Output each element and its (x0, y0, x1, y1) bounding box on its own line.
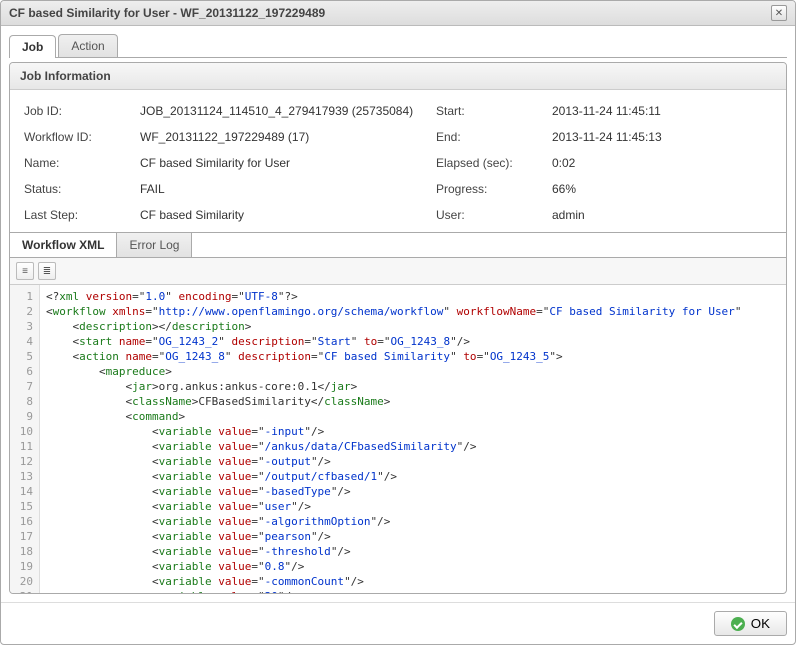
value-end: 2013-11-24 11:45:13 (552, 130, 772, 144)
value-progress: 66% (552, 182, 772, 196)
value-last-step: CF based Similarity (140, 208, 430, 222)
label-user: User: (436, 208, 546, 222)
dialog-window: CF based Similarity for User - WF_201311… (0, 0, 796, 645)
check-icon (731, 617, 745, 631)
line-gutter: 1 2 3 4 5 6 7 8 9 10 11 12 13 14 15 16 1… (10, 285, 40, 593)
label-job-id: Job ID: (24, 104, 134, 118)
sub-tabs: Workflow XML Error Log (10, 232, 786, 258)
job-info-grid: Job ID: JOB_20131124_114510_4_279417939 … (10, 90, 786, 232)
label-progress: Progress: (436, 182, 546, 196)
label-last-step: Last Step: (24, 208, 134, 222)
dialog-footer: OK (1, 602, 795, 644)
job-info-header: Job Information (10, 63, 786, 90)
xml-editor[interactable]: 1 2 3 4 5 6 7 8 9 10 11 12 13 14 15 16 1… (10, 285, 786, 593)
value-name: CF based Similarity for User (140, 156, 430, 170)
value-workflow-id: WF_20131122_197229489 (17) (140, 130, 430, 144)
label-status: Status: (24, 182, 134, 196)
main-tabs: Job Action (9, 34, 787, 58)
align-left-icon[interactable]: ≡ (16, 262, 34, 280)
label-workflow-id: Workflow ID: (24, 130, 134, 144)
job-panel: Job Information Job ID: JOB_20131124_114… (9, 62, 787, 594)
value-elapsed: 0:02 (552, 156, 772, 170)
label-name: Name: (24, 156, 134, 170)
tab-action[interactable]: Action (58, 34, 117, 57)
xml-code: <?xml version="1.0" encoding="UTF-8"?> <… (40, 285, 786, 593)
window-title: CF based Similarity for User - WF_201311… (9, 6, 325, 20)
editor-toolbar: ≡ ≣ (10, 258, 786, 285)
label-start: Start: (436, 104, 546, 118)
label-end: End: (436, 130, 546, 144)
ok-label: OK (751, 616, 770, 631)
list-icon[interactable]: ≣ (38, 262, 56, 280)
close-button[interactable]: ✕ (771, 5, 787, 21)
subtab-workflow-xml[interactable]: Workflow XML (10, 233, 117, 257)
value-user: admin (552, 208, 772, 222)
titlebar: CF based Similarity for User - WF_201311… (1, 1, 795, 26)
ok-button[interactable]: OK (714, 611, 787, 636)
value-job-id: JOB_20131124_114510_4_279417939 (2573508… (140, 104, 430, 118)
tab-job[interactable]: Job (9, 35, 56, 58)
value-status: FAIL (140, 182, 430, 196)
label-elapsed: Elapsed (sec): (436, 156, 546, 170)
value-start: 2013-11-24 11:45:11 (552, 104, 772, 118)
dialog-body: Job Action Job Information Job ID: JOB_2… (1, 26, 795, 602)
subtab-error-log[interactable]: Error Log (117, 233, 192, 257)
